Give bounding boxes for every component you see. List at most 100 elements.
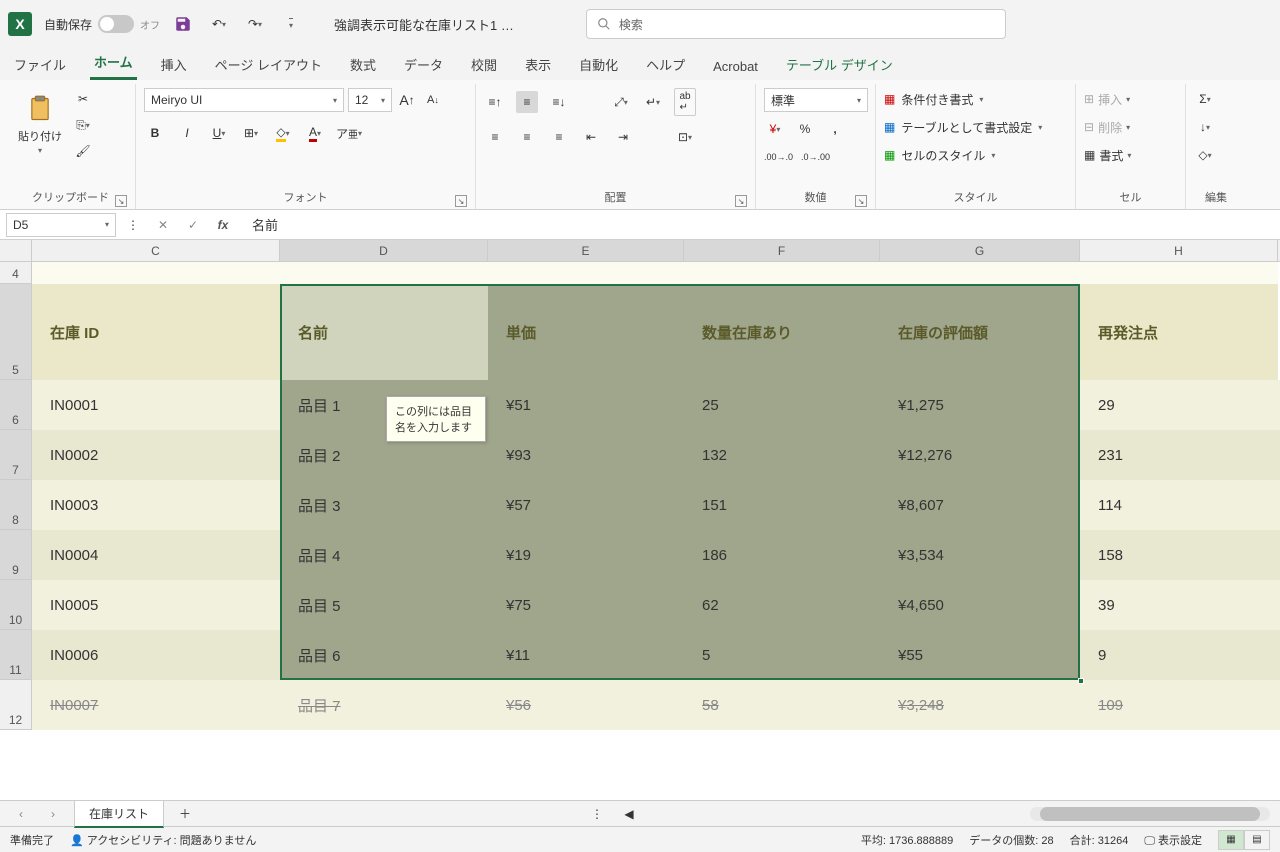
autosum-icon[interactable]: Σ ▾ <box>1194 88 1216 110</box>
cell[interactable]: ¥51 <box>488 380 684 430</box>
increase-font-icon[interactable]: A↑ <box>396 89 418 111</box>
cell[interactable]: 品目 4 <box>280 530 488 580</box>
cell[interactable] <box>32 262 280 284</box>
row-header-12[interactable]: 12 <box>0 680 32 730</box>
paste-button[interactable]: 貼り付け▾ <box>14 88 66 159</box>
col-header-D[interactable]: D <box>280 240 488 261</box>
cell[interactable]: ¥56 <box>488 680 684 730</box>
status-accessibility[interactable]: 👤 アクセシビリティ: 問題ありません <box>70 832 256 848</box>
align-left-icon[interactable]: ≡ <box>484 126 506 148</box>
format-painter-icon[interactable]: 🖌 <box>72 140 94 162</box>
tab-ホーム[interactable]: ホーム <box>90 46 137 80</box>
cell[interactable]: 在庫の評価額 <box>880 284 1080 380</box>
cell[interactable]: ¥3,534 <box>880 530 1080 580</box>
cell[interactable] <box>280 262 488 284</box>
cell[interactable]: IN0002 <box>32 430 280 480</box>
cell[interactable]: 名前 <box>280 284 488 380</box>
name-box-split-icon[interactable]: ⋮ <box>122 214 144 236</box>
cell[interactable]: IN0006 <box>32 630 280 680</box>
sheet-options-icon[interactable]: ⋮ <box>586 803 608 825</box>
cell[interactable]: 在庫 ID <box>32 284 280 380</box>
cell[interactable]: ¥12,276 <box>880 430 1080 480</box>
tab-テーブル デザイン[interactable]: テーブル デザイン <box>782 49 897 80</box>
formula-input[interactable]: 名前 <box>242 215 1280 234</box>
number-format-select[interactable]: 標準▾ <box>764 88 868 112</box>
cell[interactable]: ¥57 <box>488 480 684 530</box>
comma-icon[interactable]: , <box>824 118 846 140</box>
cell[interactable]: 151 <box>684 480 880 530</box>
copy-icon[interactable]: ⎘ ▾ <box>72 114 94 136</box>
cell[interactable]: IN0003 <box>32 480 280 530</box>
undo-icon[interactable]: ↶ ▾ <box>208 13 230 35</box>
cell[interactable]: 5 <box>684 630 880 680</box>
cell[interactable]: ¥3,248 <box>880 680 1080 730</box>
wrap-text-icon[interactable]: ↵ ▾ <box>642 91 664 113</box>
cell[interactable]: ¥8,607 <box>880 480 1080 530</box>
alignment-launcher[interactable]: ↘ <box>735 195 747 207</box>
cell[interactable]: ¥4,650 <box>880 580 1080 630</box>
wrap-button[interactable]: ab↵ <box>674 88 696 116</box>
tab-数式[interactable]: 数式 <box>346 49 380 80</box>
tab-自動化[interactable]: 自動化 <box>575 49 622 80</box>
clipboard-launcher[interactable]: ↘ <box>115 195 127 207</box>
decrease-indent-icon[interactable]: ⇤ <box>580 126 602 148</box>
row-header-11[interactable]: 11 <box>0 630 32 680</box>
autosave-toggle[interactable]: 自動保存 オフ <box>44 15 160 33</box>
align-top-icon[interactable]: ≡↑ <box>484 91 506 113</box>
row-header-7[interactable]: 7 <box>0 430 32 480</box>
cell[interactable]: 25 <box>684 380 880 430</box>
underline-button[interactable]: U ▾ <box>208 122 230 144</box>
font-launcher[interactable]: ↘ <box>455 195 467 207</box>
tab-ヘルプ[interactable]: ヘルプ <box>642 49 689 80</box>
decrease-decimal-icon[interactable]: .0→.00 <box>801 146 830 168</box>
search-input[interactable]: 検索 <box>586 9 1006 39</box>
fx-icon[interactable]: fx <box>212 214 234 236</box>
cell[interactable]: 231 <box>1080 430 1278 480</box>
align-middle-icon[interactable]: ≡ <box>516 91 538 113</box>
row-header-9[interactable]: 9 <box>0 530 32 580</box>
cell[interactable]: ¥11 <box>488 630 684 680</box>
cell[interactable]: IN0005 <box>32 580 280 630</box>
fill-icon[interactable]: ↓ ▾ <box>1194 116 1216 138</box>
orientation-icon[interactable]: ⤢ ▾ <box>610 91 632 113</box>
horizontal-scrollbar[interactable] <box>1030 807 1270 821</box>
enter-icon[interactable]: ✓ <box>182 214 204 236</box>
sheet-next-icon[interactable]: › <box>42 803 64 825</box>
font-color-icon[interactable]: A ▾ <box>304 122 326 144</box>
cut-icon[interactable]: ✂ <box>72 88 94 110</box>
page-layout-view-icon[interactable]: ▤ <box>1244 830 1270 850</box>
save-icon[interactable] <box>172 13 194 35</box>
cell[interactable]: 数量在庫あり <box>684 284 880 380</box>
redo-icon[interactable]: ↷ ▾ <box>244 13 266 35</box>
row-header-10[interactable]: 10 <box>0 580 32 630</box>
fill-handle[interactable] <box>1078 678 1084 684</box>
cell[interactable]: 39 <box>1080 580 1278 630</box>
tab-表示[interactable]: 表示 <box>521 49 555 80</box>
cancel-icon[interactable]: ✕ <box>152 214 174 236</box>
clear-icon[interactable]: ◇ ▾ <box>1194 144 1216 166</box>
delete-cells-button[interactable]: ⊟ 削除 ▾ <box>1084 116 1130 138</box>
cell[interactable]: ¥75 <box>488 580 684 630</box>
number-launcher[interactable]: ↘ <box>855 195 867 207</box>
display-settings-button[interactable]: 🖵 表示設定 <box>1144 832 1202 848</box>
col-header-C[interactable]: C <box>32 240 280 261</box>
font-name-select[interactable]: Meiryo UI▾ <box>144 88 344 112</box>
name-box[interactable]: D5▾ <box>6 213 116 237</box>
cell[interactable]: 品目 6 <box>280 630 488 680</box>
currency-icon[interactable]: ¥▾ <box>764 118 786 140</box>
decrease-font-icon[interactable]: A↓ <box>422 89 444 111</box>
tab-Acrobat[interactable]: Acrobat <box>709 53 762 80</box>
format-table-button[interactable]: ▦テーブルとして書式設定 ▾ <box>884 116 1067 138</box>
percent-icon[interactable]: % <box>794 118 816 140</box>
row-header-8[interactable]: 8 <box>0 480 32 530</box>
cell[interactable]: IN0007 <box>32 680 280 730</box>
increase-decimal-icon[interactable]: .00→.0 <box>764 146 793 168</box>
cell[interactable]: 9 <box>1080 630 1278 680</box>
align-center-icon[interactable]: ≡ <box>516 126 538 148</box>
cell[interactable]: IN0004 <box>32 530 280 580</box>
normal-view-icon[interactable]: ▦ <box>1218 830 1244 850</box>
cell[interactable]: 62 <box>684 580 880 630</box>
cell[interactable]: 単価 <box>488 284 684 380</box>
col-header-E[interactable]: E <box>488 240 684 261</box>
tab-データ[interactable]: データ <box>400 49 447 80</box>
